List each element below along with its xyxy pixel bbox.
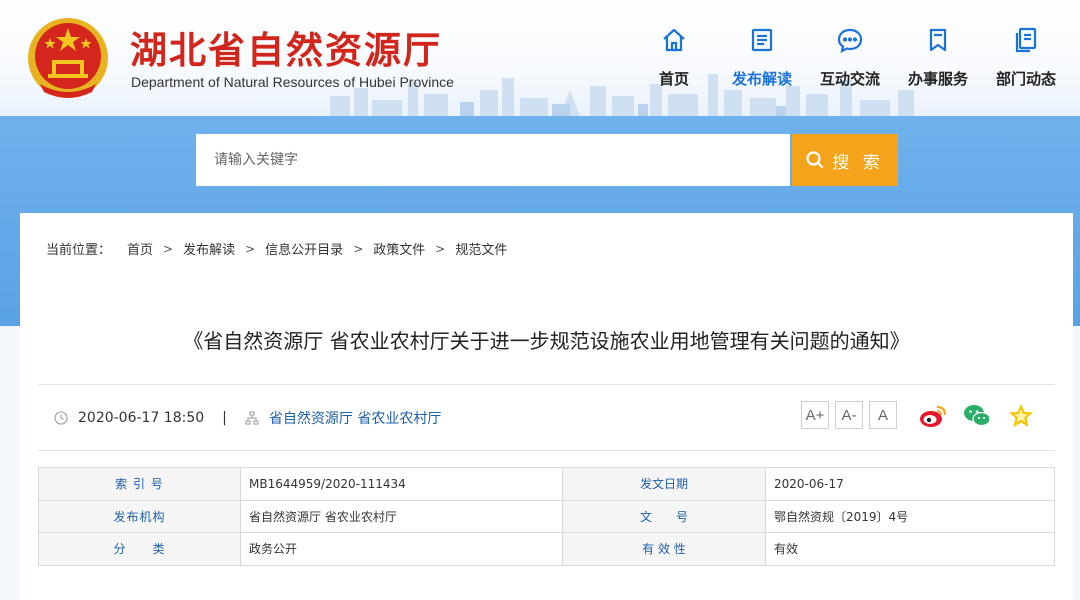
article-meta: 2020-06-17 18:50 | 省自然资源厅 省农业农村厅 — [54, 408, 441, 428]
site-subtitle: Department of Natural Resources of Hubei… — [131, 74, 454, 90]
search-icon — [806, 151, 824, 169]
content-card: 当前位置： 首页 > 发布解读 > 信息公开目录 > 政策文件 > 规范文件 《… — [20, 213, 1073, 600]
breadcrumb-item-policy[interactable]: 政策文件 — [373, 239, 425, 258]
search-input[interactable] — [196, 134, 790, 186]
breadcrumb-separator: > — [435, 241, 446, 256]
divider — [38, 450, 1055, 451]
breadcrumb-item-regulation[interactable]: 规范文件 — [455, 239, 507, 258]
breadcrumb-item-home[interactable]: 首页 — [127, 239, 153, 258]
nav-item-news[interactable]: 部门动态 — [982, 22, 1070, 89]
publish-datetime: 2020-06-17 18:50 — [78, 410, 205, 426]
document-info-table: 索 引 号 MB1644959/2020-111434 发文日期 2020-06… — [38, 467, 1055, 566]
org-tree-icon — [245, 411, 259, 425]
weibo-icon[interactable] — [918, 401, 948, 431]
copy-icon — [1015, 27, 1037, 53]
main-nav: 首页 发布解读 互动交流 办事服务 部门动态 — [630, 22, 1070, 89]
info-key: 发布机构 — [38, 499, 241, 533]
info-key: 发文日期 — [562, 467, 766, 501]
info-key: 文 号 — [562, 499, 766, 533]
search-button[interactable]: 搜 索 — [792, 134, 898, 186]
clock-icon — [54, 411, 68, 425]
table-row: 分 类 政务公开 有 效 性 有效 — [38, 532, 1055, 566]
nav-item-services[interactable]: 办事服务 — [894, 22, 982, 89]
breadcrumb-separator: > — [163, 241, 174, 256]
site-title: 湖北省自然资源厅 — [130, 29, 442, 72]
nav-item-publish[interactable]: 发布解读 — [718, 22, 806, 89]
nav-label: 首页 — [658, 70, 689, 88]
bookmark-icon — [929, 28, 947, 52]
info-value: 省自然资源厅 省农业农村厅 — [240, 499, 563, 533]
info-key: 分 类 — [38, 532, 241, 566]
chat-icon — [837, 28, 863, 54]
nav-item-interact[interactable]: 互动交流 — [806, 22, 894, 89]
font-increase-button[interactable]: A+ — [801, 401, 829, 429]
info-value: 有效 — [765, 532, 1055, 566]
info-value: 政务公开 — [240, 532, 563, 566]
font-size-controls: A+ A- A — [801, 401, 897, 429]
nav-item-home[interactable]: 首页 — [630, 22, 718, 89]
meta-divider: | — [222, 410, 227, 426]
info-key: 有 效 性 — [562, 532, 766, 566]
page-title: 《省自然资源厅 省农业农村厅关于进一步规范设施农业用地管理有关问题的通知》 — [183, 329, 910, 353]
national-emblem-icon — [24, 14, 112, 102]
info-key: 索 引 号 — [38, 467, 241, 501]
breadcrumb-lead: 当前位置： — [46, 243, 112, 258]
nav-label: 互动交流 — [819, 70, 880, 88]
favorite-star-icon[interactable] — [1006, 401, 1036, 431]
document-icon — [751, 28, 773, 52]
site-header: 湖北省自然资源厅 Department of Natural Resources… — [0, 0, 1080, 116]
breadcrumb-separator: > — [245, 241, 256, 256]
table-row: 索 引 号 MB1644959/2020-111434 发文日期 2020-06… — [38, 467, 1055, 501]
search-button-label: 搜 索 — [832, 152, 884, 173]
nav-label: 办事服务 — [907, 70, 968, 88]
font-reset-button[interactable]: A — [869, 401, 897, 429]
font-decrease-button[interactable]: A- — [835, 401, 863, 429]
breadcrumb-separator: > — [353, 241, 364, 256]
breadcrumb-item-publish[interactable]: 发布解读 — [183, 239, 235, 258]
breadcrumb: 当前位置： 首页 > 发布解读 > 信息公开目录 > 政策文件 > 规范文件 — [46, 239, 507, 259]
divider — [38, 384, 1055, 385]
wechat-icon[interactable] — [962, 401, 992, 431]
info-value: 鄂自然资规〔2019〕4号 — [765, 499, 1055, 533]
article-source: 省自然资源厅 省农业农村厅 — [268, 411, 442, 427]
info-value: 2020-06-17 — [765, 467, 1055, 501]
breadcrumb-item-catalog[interactable]: 信息公开目录 — [265, 239, 343, 258]
table-row: 发布机构 省自然资源厅 省农业农村厅 文 号 鄂自然资规〔2019〕4号 — [38, 499, 1055, 533]
home-icon — [663, 28, 685, 52]
info-value: MB1644959/2020-111434 — [240, 467, 563, 501]
nav-label: 部门动态 — [995, 70, 1056, 88]
share-bar — [918, 401, 1036, 431]
nav-label: 发布解读 — [731, 70, 792, 88]
